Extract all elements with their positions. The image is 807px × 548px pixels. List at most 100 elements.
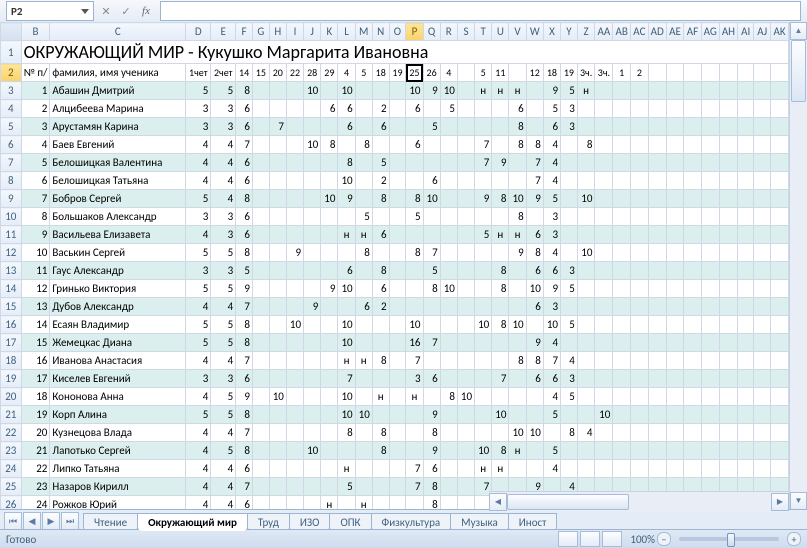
grade-cell[interactable] xyxy=(577,226,595,244)
grade-cell[interactable]: 10 xyxy=(338,406,355,424)
grade-cell[interactable] xyxy=(631,442,649,460)
grade-cell[interactable]: 5 xyxy=(561,280,578,298)
grade-cell[interactable]: 3 xyxy=(211,370,236,388)
grade-cell[interactable]: н xyxy=(406,388,423,406)
grade-cell[interactable] xyxy=(492,352,509,370)
grade-cell[interactable]: 4 xyxy=(211,136,236,154)
col-header[interactable]: AF xyxy=(684,23,701,41)
grade-cell[interactable] xyxy=(719,334,737,352)
grade-cell[interactable] xyxy=(406,280,423,298)
grade-cell[interactable]: 5 xyxy=(186,316,211,334)
grade-cell[interactable]: 6 xyxy=(423,172,440,190)
grade-cell[interactable] xyxy=(754,460,771,478)
grade-cell[interactable]: 9 xyxy=(543,82,560,100)
grade-cell[interactable] xyxy=(631,406,649,424)
grade-cell[interactable] xyxy=(304,316,321,334)
grade-cell[interactable] xyxy=(492,208,509,226)
grade-cell[interactable]: 8 xyxy=(526,244,543,262)
grade-cell[interactable] xyxy=(286,100,303,118)
grade-cell[interactable] xyxy=(440,136,457,154)
grade-cell[interactable] xyxy=(372,496,389,511)
row-header[interactable]: 5 xyxy=(1,118,22,136)
grade-cell[interactable] xyxy=(666,226,683,244)
grade-cell[interactable] xyxy=(666,100,683,118)
grade-cell[interactable] xyxy=(526,442,543,460)
grade-cell[interactable]: 6 xyxy=(321,100,338,118)
grade-cell[interactable] xyxy=(457,100,474,118)
grade-cell[interactable] xyxy=(701,262,719,280)
grade-cell[interactable] xyxy=(719,388,737,406)
grade-cell[interactable] xyxy=(648,298,666,316)
grade-cell[interactable] xyxy=(389,100,406,118)
grade-cell[interactable] xyxy=(440,154,457,172)
grade-cell[interactable] xyxy=(304,118,321,136)
grade-cell[interactable]: 6 xyxy=(338,100,355,118)
grade-cell[interactable]: 6 xyxy=(423,460,440,478)
grade-cell[interactable] xyxy=(561,226,578,244)
grade-cell[interactable]: 10 xyxy=(492,406,509,424)
grade-cell[interactable] xyxy=(269,154,286,172)
grade-cell[interactable] xyxy=(666,208,683,226)
grade-cell[interactable] xyxy=(389,154,406,172)
grade-cell[interactable]: 6 xyxy=(372,280,389,298)
grade-cell[interactable] xyxy=(771,208,789,226)
view-break-icon[interactable] xyxy=(602,531,622,547)
grade-cell[interactable] xyxy=(440,406,457,424)
grade-cell[interactable] xyxy=(771,262,789,280)
grade-cell[interactable] xyxy=(457,244,474,262)
grade-cell[interactable] xyxy=(509,154,526,172)
grade-cell[interactable]: 8 xyxy=(440,388,457,406)
grade-cell[interactable]: 8 xyxy=(372,424,389,442)
grade-cell[interactable]: н xyxy=(492,82,509,100)
grade-cell[interactable] xyxy=(701,244,719,262)
grade-cell[interactable]: 9 xyxy=(286,244,303,262)
grade-cell[interactable] xyxy=(492,334,509,352)
grade-cell[interactable]: 9 xyxy=(526,334,543,352)
grade-cell[interactable] xyxy=(719,370,737,388)
grade-cell[interactable]: 3 xyxy=(543,298,560,316)
grade-cell[interactable]: 9 xyxy=(509,244,526,262)
grade-cell[interactable] xyxy=(719,424,737,442)
scroll-down-icon[interactable]: ▼ xyxy=(790,492,807,510)
grade-cell[interactable]: 10 xyxy=(304,82,321,100)
grade-cell[interactable] xyxy=(719,316,737,334)
grade-cell[interactable] xyxy=(561,298,578,316)
row-header[interactable]: 24 xyxy=(1,460,22,478)
grade-cell[interactable] xyxy=(754,442,771,460)
grade-cell[interactable] xyxy=(475,298,492,316)
grade-cell[interactable] xyxy=(321,370,338,388)
grade-cell[interactable] xyxy=(648,334,666,352)
grade-cell[interactable] xyxy=(738,262,754,280)
grade-cell[interactable] xyxy=(771,190,789,208)
grade-cell[interactable] xyxy=(701,424,719,442)
grade-cell[interactable] xyxy=(440,460,457,478)
grade-cell[interactable] xyxy=(648,370,666,388)
grade-cell[interactable] xyxy=(684,244,701,262)
grade-cell[interactable]: 6 xyxy=(372,118,389,136)
grade-cell[interactable]: 6 xyxy=(526,298,543,316)
grade-cell[interactable] xyxy=(475,370,492,388)
grade-cell[interactable]: 8 xyxy=(355,136,372,154)
grade-cell[interactable] xyxy=(561,136,578,154)
grade-cell[interactable]: 4 xyxy=(211,496,236,511)
grade-cell[interactable] xyxy=(613,334,631,352)
grade-cell[interactable] xyxy=(355,118,372,136)
grade-cell[interactable]: 4 xyxy=(211,460,236,478)
grade-cell[interactable] xyxy=(738,370,754,388)
grade-cell[interactable] xyxy=(406,154,423,172)
grade-cell[interactable] xyxy=(252,190,269,208)
grade-cell[interactable] xyxy=(509,406,526,424)
grade-cell[interactable]: 7 xyxy=(423,244,440,262)
grade-cell[interactable] xyxy=(771,118,789,136)
grade-cell[interactable] xyxy=(754,424,771,442)
grade-cell[interactable]: 8 xyxy=(338,424,355,442)
grade-cell[interactable] xyxy=(684,82,701,100)
grade-cell[interactable]: 6 xyxy=(423,370,440,388)
grade-cell[interactable]: 5 xyxy=(543,190,560,208)
grade-cell[interactable] xyxy=(631,316,649,334)
grade-cell[interactable] xyxy=(304,154,321,172)
grade-cell[interactable] xyxy=(526,406,543,424)
grade-cell[interactable]: н xyxy=(338,352,355,370)
grade-cell[interactable] xyxy=(577,406,595,424)
grade-cell[interactable]: 4 xyxy=(186,136,211,154)
